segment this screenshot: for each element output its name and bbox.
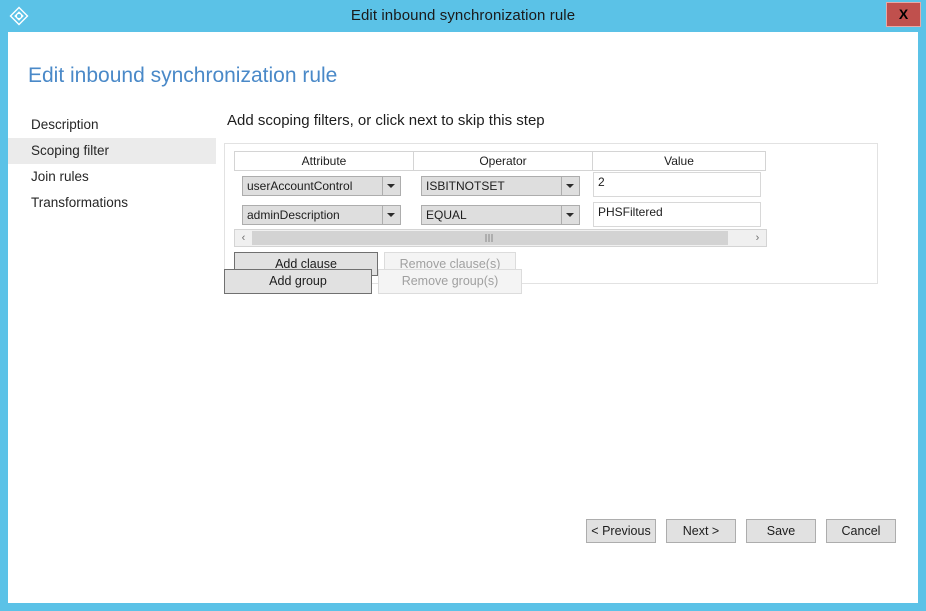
- next-button[interactable]: Next >: [666, 519, 736, 543]
- operator-dropdown[interactable]: EQUAL: [421, 205, 580, 225]
- scrollbar-thumb[interactable]: [252, 231, 728, 245]
- attribute-dropdown[interactable]: userAccountControl: [242, 176, 401, 196]
- sidebar-item-label: Scoping filter: [31, 143, 110, 158]
- group-button-row: Add group Remove group(s): [224, 269, 522, 294]
- save-button[interactable]: Save: [746, 519, 816, 543]
- sidebar-item-label: Join rules: [31, 169, 89, 184]
- column-header-operator: Operator: [413, 151, 593, 171]
- scoping-group-box: Attribute Operator Value userAccountCont…: [224, 143, 878, 284]
- column-header-attribute: Attribute: [234, 151, 414, 171]
- attribute-dropdown-value: userAccountControl: [247, 179, 353, 193]
- add-group-button[interactable]: Add group: [224, 269, 372, 294]
- chevron-down-icon[interactable]: [561, 177, 579, 195]
- dialog-window: Edit inbound synchronization rule X Edit…: [0, 0, 926, 611]
- page-title: Edit inbound synchronization rule: [28, 64, 338, 87]
- grid-header-row: Attribute Operator Value: [234, 151, 767, 171]
- attribute-dropdown[interactable]: adminDescription: [242, 205, 401, 225]
- table-row: adminDescription EQUAL PHSFiltered: [234, 200, 767, 229]
- grid-horizontal-scrollbar[interactable]: ‹ ›: [234, 229, 767, 247]
- clause-grid: Attribute Operator Value userAccountCont…: [234, 151, 767, 229]
- table-row: userAccountControl ISBITNOTSET 2: [234, 171, 767, 200]
- main-content: Add scoping filters, or click next to sk…: [224, 112, 904, 294]
- operator-dropdown-value: ISBITNOTSET: [426, 179, 505, 193]
- remove-group-button[interactable]: Remove group(s): [378, 269, 522, 294]
- scroll-right-icon[interactable]: ›: [749, 230, 766, 246]
- sidebar-item-transformations[interactable]: Transformations: [8, 190, 216, 216]
- value-input[interactable]: 2: [593, 172, 761, 197]
- scroll-left-icon[interactable]: ‹: [235, 230, 252, 246]
- chevron-down-icon[interactable]: [382, 206, 400, 224]
- scrollbar-grip-icon: [485, 234, 495, 242]
- chevron-down-icon[interactable]: [561, 206, 579, 224]
- scrollbar-track[interactable]: [252, 230, 749, 246]
- sidebar-item-label: Transformations: [31, 195, 129, 210]
- previous-button[interactable]: < Previous: [586, 519, 656, 543]
- attribute-dropdown-value: adminDescription: [247, 208, 340, 222]
- sidebar-item-description[interactable]: Description: [8, 112, 216, 138]
- client-area: Edit inbound synchronization rule Descri…: [8, 32, 918, 603]
- sidebar-item-scoping-filter[interactable]: Scoping filter: [8, 138, 216, 164]
- operator-dropdown-value: EQUAL: [426, 208, 467, 222]
- window-title: Edit inbound synchronization rule: [350, 7, 576, 24]
- content-heading: Add scoping filters, or click next to sk…: [227, 112, 545, 129]
- cancel-button[interactable]: Cancel: [826, 519, 896, 543]
- close-button[interactable]: X: [886, 2, 921, 27]
- column-header-value: Value: [592, 151, 766, 171]
- operator-dropdown[interactable]: ISBITNOTSET: [421, 176, 580, 196]
- sidebar-item-label: Description: [31, 117, 99, 132]
- chevron-down-icon[interactable]: [382, 177, 400, 195]
- title-bar: Edit inbound synchronization rule X: [0, 0, 926, 32]
- wizard-nav: Description Scoping filter Join rules Tr…: [8, 112, 216, 216]
- footer-button-bar: < Previous Next > Save Cancel: [8, 519, 918, 543]
- sidebar-item-join-rules[interactable]: Join rules: [8, 164, 216, 190]
- value-input[interactable]: PHSFiltered: [593, 202, 761, 227]
